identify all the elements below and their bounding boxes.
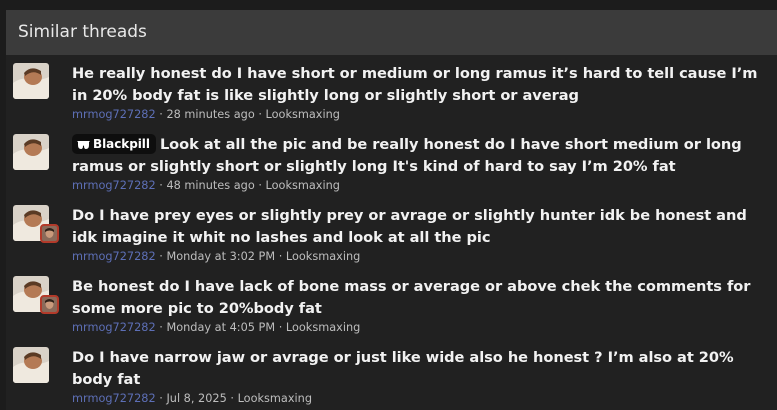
thread-title[interactable]: Blackpill Look at all the pic and be real… [72,134,772,178]
thread-author[interactable]: mrmog727282 [72,250,156,263]
thread-time[interactable]: Jul 8, 2025 [166,392,226,405]
avatar[interactable] [13,347,49,383]
block-header: Similar threads [6,10,777,55]
thread-title[interactable]: He really honest do I have short or medi… [72,63,772,107]
thread-time[interactable]: 28 minutes ago [166,108,254,121]
thread-author[interactable]: mrmog727282 [72,179,156,192]
thread-meta: mrmog727282 · Monday at 4:05 PM · Looksm… [72,321,361,334]
thread-prefix-badge[interactable]: Blackpill [72,134,156,154]
thread-forum[interactable]: Looksmaxing [266,108,340,121]
thread-forum[interactable]: Looksmaxing [266,179,340,192]
avatar[interactable] [13,134,49,170]
thread-forum[interactable]: Looksmaxing [286,321,360,334]
thread-time[interactable]: 48 minutes ago [166,179,254,192]
sunglasses-icon [77,141,90,149]
avatar[interactable] [13,63,49,99]
thread-title[interactable]: Be honest do I have lack of bone mass or… [72,276,772,320]
thread-time[interactable]: Monday at 4:05 PM [166,321,275,334]
thread-forum[interactable]: Looksmaxing [238,392,312,405]
thread-meta: mrmog727282 · Monday at 3:02 PM · Looksm… [72,250,361,263]
thread-forum[interactable]: Looksmaxing [286,250,360,263]
similar-threads-block: Similar threads He really honest do I ha… [6,10,777,410]
thread-time[interactable]: Monday at 3:02 PM [166,250,275,263]
thread-meta: mrmog727282 · 28 minutes ago · Looksmaxi… [72,108,340,121]
thread-title[interactable]: Do I have narrow jaw or avrage or just l… [72,347,772,391]
participant-avatar[interactable] [40,295,59,314]
thread-meta: mrmog727282 · 48 minutes ago · Looksmaxi… [72,179,340,192]
thread-author[interactable]: mrmog727282 [72,108,156,121]
thread-author[interactable]: mrmog727282 [72,321,156,334]
thread-title[interactable]: Do I have prey eyes or slightly prey or … [72,205,772,249]
thread-author[interactable]: mrmog727282 [72,392,156,405]
thread-meta: mrmog727282 · Jul 8, 2025 · Looksmaxing [72,392,313,405]
participant-avatar[interactable] [40,224,59,243]
